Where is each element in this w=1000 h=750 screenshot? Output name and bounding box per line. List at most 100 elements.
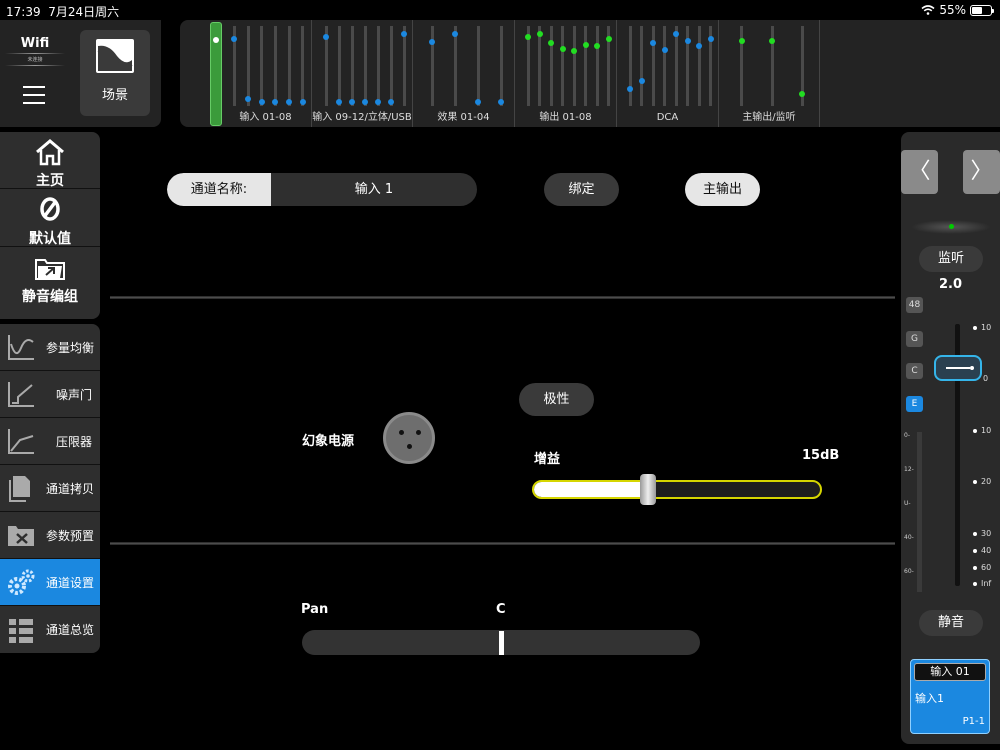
tag-gate[interactable]: G <box>906 331 923 347</box>
overview-fader-track <box>476 26 480 106</box>
overview-group-label: 主输出/监听 <box>742 112 796 123</box>
nav-preset[interactable]: 参数预置 <box>0 512 100 559</box>
settings-icon <box>8 569 35 595</box>
nav-compressor[interactable]: 压限器 <box>0 418 100 465</box>
overview-group-label: DCA <box>656 112 679 123</box>
overview-fader-track <box>337 26 341 106</box>
nav-channel-overview[interactable]: 通道总览 <box>0 606 100 653</box>
overview-group[interactable]: 输出 01-08 <box>515 20 617 127</box>
bind-button[interactable]: 绑定 <box>544 173 619 206</box>
channel-overview[interactable]: 输入 01-08 输入 09-12/立体/USB 效果 01-04 输出 01-08 D… <box>180 20 1000 127</box>
gain-slider[interactable] <box>532 480 822 499</box>
overview-level-dot <box>605 36 612 42</box>
phantom-power-button[interactable] <box>383 412 435 464</box>
tag-48v[interactable]: 48 <box>906 297 923 313</box>
compressor-icon <box>8 429 34 454</box>
overview-fader-track <box>389 26 393 106</box>
nav-gate-label: 噪声门 <box>56 387 93 402</box>
nav-mute-group[interactable]: 静音编组 <box>0 248 100 305</box>
tag-eq[interactable]: E <box>906 396 923 412</box>
nav-defaults[interactable]: 默认值 <box>0 190 100 247</box>
overview-level-dot <box>375 99 381 105</box>
battery-percent: 55% <box>939 3 966 17</box>
overview-icon <box>9 618 33 643</box>
overview-level-dot <box>336 99 342 105</box>
wifi-icon <box>921 5 935 15</box>
channel-card-title: 输入 01 <box>914 663 986 681</box>
overview-level-dot <box>559 46 566 52</box>
sidebar-secondary: 参量均衡 噪声门 压限器 通道拷贝 参数预置 通道设置 通道总览 <box>0 324 100 653</box>
status-right: 55% <box>921 3 994 17</box>
overview-level-dot <box>401 31 407 37</box>
meter-scale-1: 12- <box>904 466 914 473</box>
tag-compressor[interactable]: C <box>906 363 923 379</box>
gain-slider-thumb[interactable] <box>640 474 656 505</box>
overview-level-dot <box>429 39 435 45</box>
overview-level-dot <box>388 99 394 105</box>
mute-button[interactable]: 静音 <box>919 610 983 636</box>
overview-fader-track <box>499 26 503 106</box>
status-bar: 17:39 7月24日周六 55% <box>0 0 1000 20</box>
nav-channel-settings[interactable]: 通道设置 <box>0 559 100 606</box>
nav-gate[interactable]: 噪声门 <box>0 371 100 418</box>
wifi-status[interactable]: Wifi 未连接 <box>0 28 70 74</box>
monitor-pan-indicator[interactable] <box>911 220 991 234</box>
overview-group[interactable]: 输入 09-12/立体/USB <box>312 20 413 127</box>
overview-group[interactable]: 效果 01-04 <box>413 20 515 127</box>
overview-fader-track <box>697 26 701 106</box>
fader-mark: 10 <box>973 323 991 332</box>
overview-level-dot <box>286 99 292 105</box>
menu-icon[interactable] <box>23 86 45 104</box>
overview-level-dot <box>349 99 355 105</box>
channel-name-value[interactable]: 输入 1 <box>271 173 477 206</box>
overview-level-dot <box>769 38 775 44</box>
overview-fader-track <box>640 26 644 106</box>
scene-button[interactable]: 场景 <box>80 30 150 116</box>
chevron-right-icon[interactable]: 〉 <box>963 150 1000 194</box>
main-output-button[interactable]: 主输出 <box>685 173 760 206</box>
fader-knob[interactable] <box>934 355 982 381</box>
overview-level-dot <box>452 31 458 37</box>
scene-label: 场景 <box>101 88 128 103</box>
overview-group[interactable]: 输入 01-08 <box>220 20 312 127</box>
overview-fader-track <box>350 26 354 106</box>
overview-level-dot <box>231 36 238 42</box>
nav-home[interactable]: 主页 <box>0 132 100 189</box>
preset-icon <box>8 526 34 546</box>
fader-mark: 20 <box>973 477 991 486</box>
meter-scale-3: 40- <box>904 534 914 541</box>
overview-fader-track <box>572 26 576 106</box>
nav-defaults-label: 默认值 <box>29 231 71 247</box>
nav-channel-copy[interactable]: 通道拷贝 <box>0 465 100 512</box>
wifi-sub: 未连接 <box>27 57 43 63</box>
chevron-left-icon[interactable]: 〈 <box>901 150 938 194</box>
overview-level-dot <box>536 31 543 37</box>
overview-fader-track <box>595 26 599 106</box>
overview-group[interactable]: DCA <box>617 20 719 127</box>
pan-value: C <box>496 602 506 617</box>
overview-level-dot <box>673 31 680 37</box>
overview-level-dot <box>212 37 219 43</box>
gain-value: 15dB <box>802 448 840 463</box>
nav-channel-copy-label: 通道拷贝 <box>46 481 95 496</box>
overview-fader-track <box>584 26 588 106</box>
overview-fader-track <box>628 26 632 106</box>
selected-channel-card[interactable]: 输入 01 输入1 P1-1 <box>910 659 990 734</box>
monitor-value: 2.0 <box>938 277 963 292</box>
pan-slider-thumb[interactable] <box>498 631 504 655</box>
nav-eq[interactable]: 参量均衡 <box>0 324 100 371</box>
home-icon <box>36 139 64 166</box>
overview-fader-track <box>674 26 678 106</box>
channel-name-field[interactable]: 通道名称: 输入 1 <box>167 173 477 206</box>
overview-group[interactable]: 主输出/监听 <box>719 20 820 127</box>
overview-level-dot <box>738 38 745 44</box>
top-left-panel: Wifi 未连接 场景 <box>0 20 161 127</box>
overview-level-dot <box>498 99 504 105</box>
nav-compressor-label: 压限器 <box>56 434 93 449</box>
monitor-button[interactable]: 监听 <box>919 246 983 272</box>
sidebar-primary: 主页 默认值 静音编组 <box>0 132 100 319</box>
overview-fader-track <box>561 26 565 106</box>
level-meter <box>917 432 922 592</box>
overview-fader-track <box>246 26 250 106</box>
polarity-button[interactable]: 极性 <box>519 383 594 416</box>
